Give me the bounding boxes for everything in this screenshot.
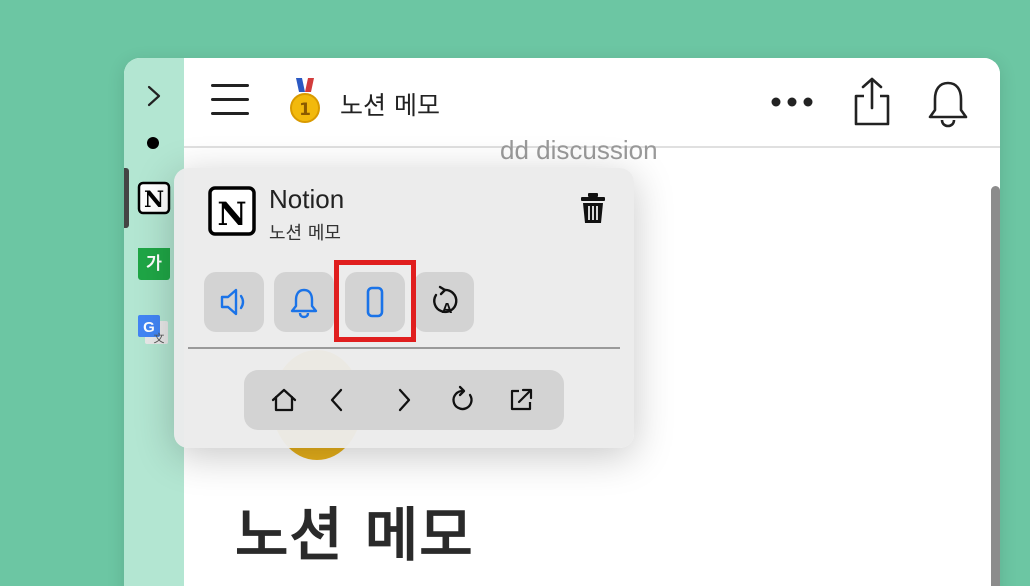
notion-icon[interactable]: N (137, 181, 171, 215)
menu-icon[interactable] (211, 84, 249, 116)
naver-dictionary-icon[interactable]: 가 (138, 248, 170, 280)
sound-button[interactable] (204, 272, 264, 332)
svg-text:文: 文 (154, 331, 165, 345)
svg-text:A: A (442, 300, 453, 317)
app-popup: N Notion 노션 메모 A (174, 168, 634, 448)
page-title: 노션 메모 (340, 91, 440, 120)
navigation-bar (244, 370, 564, 430)
notification-button[interactable] (274, 272, 334, 332)
svg-text:N: N (217, 195, 246, 233)
trash-icon[interactable] (580, 192, 606, 224)
back-icon[interactable] (322, 385, 352, 415)
notion-logo-icon: N (208, 186, 256, 236)
share-icon[interactable] (850, 76, 894, 128)
bell-icon (290, 288, 318, 319)
divider (188, 347, 620, 349)
open-external-icon[interactable] (506, 385, 536, 415)
scrollbar[interactable] (991, 186, 1000, 586)
home-icon[interactable] (269, 385, 299, 415)
google-translate-icon[interactable]: G 文 (136, 313, 170, 347)
svg-text:N: N (144, 187, 164, 213)
svg-text:1: 1 (299, 100, 311, 120)
dot-icon[interactable] (147, 137, 159, 149)
speaker-icon (220, 288, 245, 316)
translate-icon: A (433, 285, 458, 317)
forward-icon[interactable] (389, 385, 419, 415)
more-options-icon[interactable] (770, 96, 814, 108)
notification-bell-icon[interactable] (926, 78, 970, 128)
chevron-right-icon[interactable] (144, 84, 164, 108)
medal-icon: 1 (290, 78, 320, 123)
app-name: Notion (269, 184, 345, 214)
app-subtitle: 노션 메모 (269, 223, 341, 244)
reload-icon[interactable] (448, 385, 478, 415)
active-indicator (124, 168, 129, 228)
translate-button[interactable]: A (414, 272, 474, 332)
document-title[interactable]: 노션 메모 (235, 488, 474, 572)
add-discussion-link[interactable]: dd discussion (500, 135, 658, 166)
selection-highlight (334, 260, 416, 342)
